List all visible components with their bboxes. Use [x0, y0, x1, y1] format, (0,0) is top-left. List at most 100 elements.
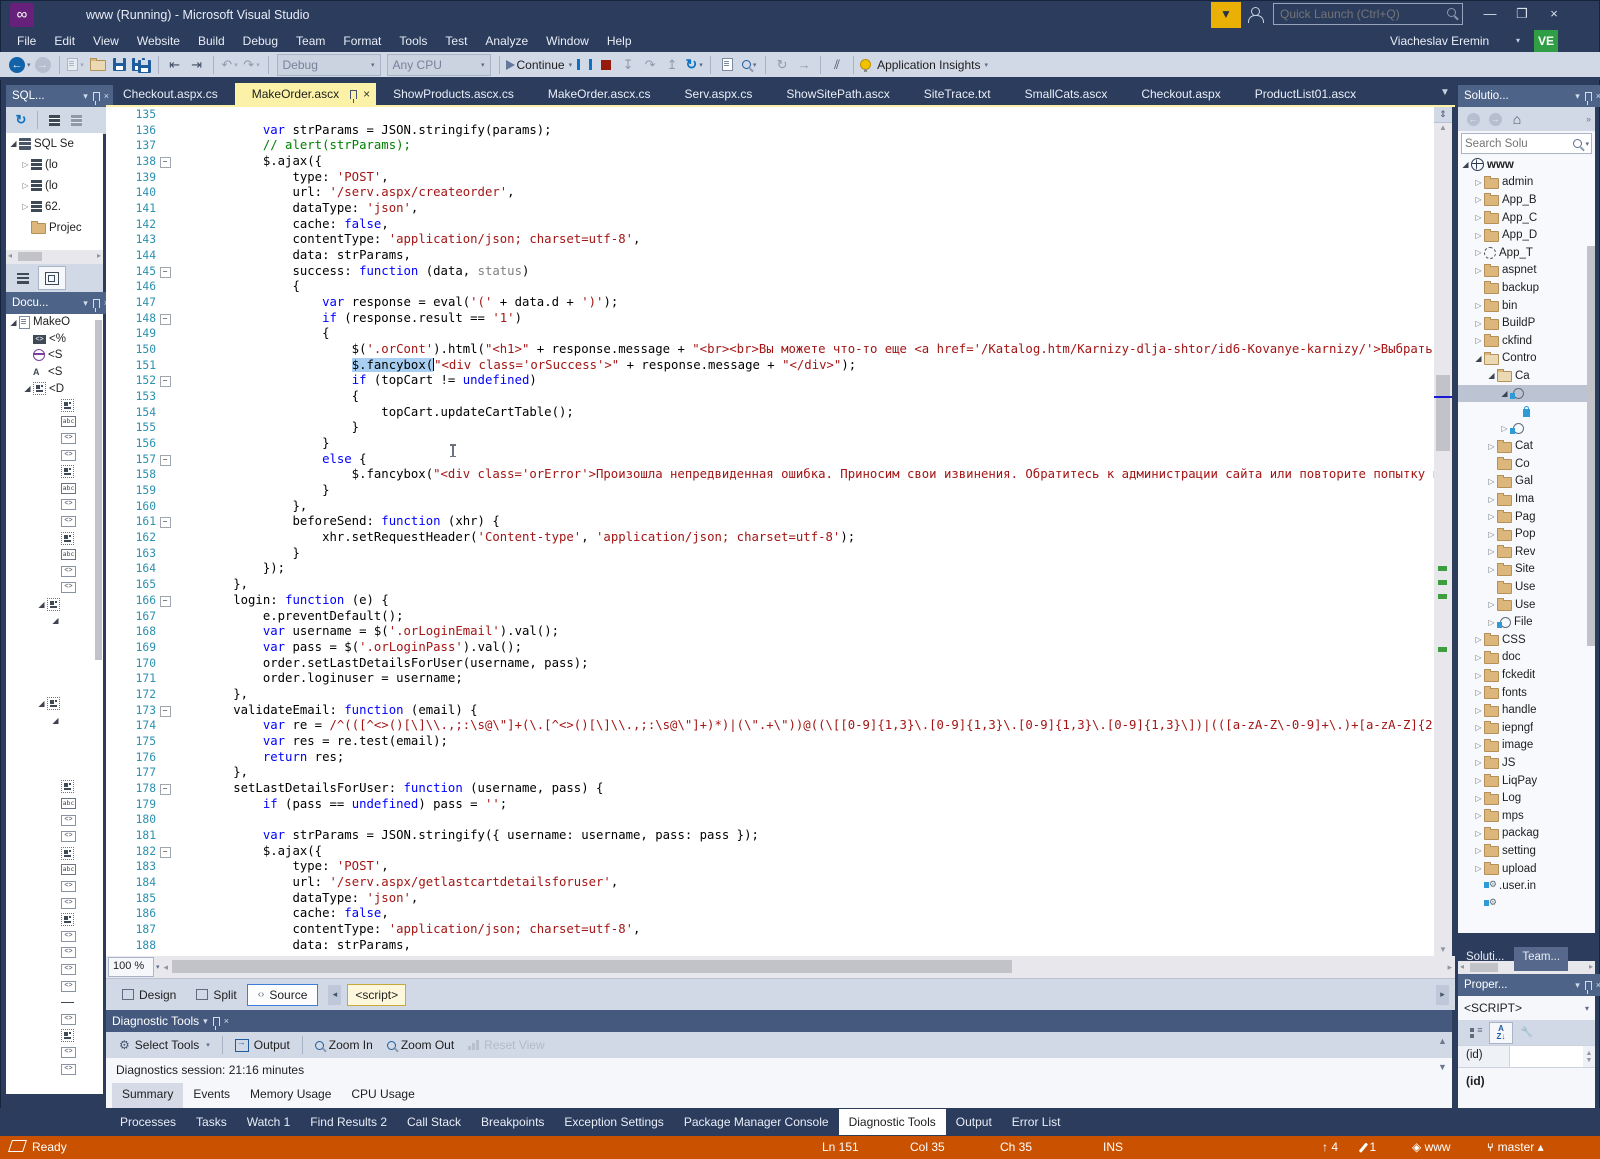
solution-tree-item-appb[interactable]: ▷ App_B [1458, 191, 1595, 209]
expander-icon[interactable]: ▷ [1473, 301, 1484, 310]
fold-collapse-icon[interactable]: − [156, 373, 174, 389]
dock-tab-exception-settings[interactable]: Exception Settings [554, 1109, 673, 1135]
tab-solution-explorer[interactable]: Soluti... [1458, 947, 1512, 971]
editor-zoom-select[interactable]: 100 % [108, 957, 154, 977]
solution-tree-item-cat[interactable]: ▷ Cat [1458, 438, 1595, 456]
solution-tree-item-liqpay[interactable]: ▷ LiqPay [1458, 772, 1595, 790]
outline-item[interactable]: <> [6, 978, 103, 995]
outline-vscrollbar-thumb[interactable] [95, 320, 102, 660]
code-line-158[interactable]: 158 $.fancybox("<div class='orError'>Про… [106, 467, 1434, 483]
tag-nav-back-icon[interactable]: ◂ [328, 984, 342, 1005]
application-insights-button[interactable]: Application Insights ▾ [860, 54, 988, 76]
diagnostics-tab-summary[interactable]: Summary [112, 1083, 184, 1108]
code-line-187[interactable]: 187 contentType: 'application/json; char… [106, 922, 1434, 938]
code-line-155[interactable]: 155 } [106, 420, 1434, 436]
solution-tree-item-gal[interactable]: ▷ Gal [1458, 473, 1595, 491]
editor-tab-makeorder.ascx.cs[interactable]: MakeOrder.ascx.cs [531, 83, 668, 105]
incoming-commits-button[interactable]: ↑ 4 [1322, 1140, 1338, 1154]
code-line-146[interactable]: 146 { [106, 279, 1434, 295]
expander-icon[interactable]: ◢ [50, 616, 61, 625]
code-line-161[interactable]: 161− beforeSend: function (xhr) { [106, 514, 1434, 530]
quick-launch-input[interactable] [1278, 5, 1440, 23]
diagnostics-tab-memory-usage[interactable]: Memory Usage [240, 1083, 341, 1108]
outline-item[interactable] [6, 629, 103, 646]
outline-item[interactable] [6, 994, 103, 1011]
expander-icon[interactable]: ▷ [1473, 336, 1484, 345]
expander-icon[interactable]: ▷ [1473, 723, 1484, 732]
code-line-157[interactable]: 157− else { [106, 452, 1434, 468]
code-line-183[interactable]: 183 type: 'POST', [106, 859, 1434, 875]
editor-tab-serv.aspx.cs[interactable]: Serv.aspx.cs [668, 83, 770, 105]
branch-button[interactable]: ⑂ master ▴ [1487, 1140, 1544, 1154]
code-line-143[interactable]: 143 contentType: 'application/json; char… [106, 232, 1434, 248]
outline-item[interactable]: <> [6, 497, 103, 514]
expander-icon[interactable]: ◢ [1499, 389, 1510, 398]
code-line-166[interactable]: 166− login: function (e) { [106, 593, 1434, 609]
code-line-160[interactable]: 160 }, [106, 499, 1434, 515]
outline-item[interactable]: ◢ [6, 712, 103, 729]
solution-tree-item-backup[interactable]: backup [1458, 279, 1595, 297]
solution-tree-item-pop[interactable]: ▷ Pop [1458, 525, 1595, 543]
code-line-156[interactable]: 156 } [106, 436, 1434, 452]
solution-tree-item[interactable] [1458, 402, 1595, 420]
code-line-171[interactable]: 171 order.loginuser = username; [106, 671, 1434, 687]
pending-edits-button[interactable]: 1 [1358, 1140, 1376, 1154]
close-icon[interactable]: × [1596, 91, 1600, 101]
code-line-176[interactable]: 176 return res; [106, 750, 1434, 766]
code-line-148[interactable]: 148− if (response.result == '1') [106, 311, 1434, 327]
code-line-174[interactable]: 174 var re = /^(([^<>()[\]\\.,;:\s@\"]+(… [106, 718, 1434, 734]
expander-icon[interactable]: ◢ [22, 384, 33, 393]
solution-tree-item-log[interactable]: ▷ Log [1458, 789, 1595, 807]
editor-tab-showsitepath.ascx[interactable]: ShowSitePath.ascx [769, 83, 906, 105]
solution-tree-item-packag[interactable]: ▷ packag [1458, 825, 1595, 843]
save-all-button[interactable] [132, 54, 152, 76]
code-line-162[interactable]: 162 xhr.setRequestHeader('Content-type',… [106, 530, 1434, 546]
source-view-button[interactable]: ‹› Source [246, 983, 319, 1006]
fold-collapse-icon[interactable]: − [156, 311, 174, 327]
tab-team-explorer[interactable]: Team... [1514, 947, 1569, 971]
avatar[interactable]: VE [1534, 30, 1558, 52]
outline-item[interactable]: <> [6, 580, 103, 597]
code-line-173[interactable]: 173− validateEmail: function (email) { [106, 703, 1434, 719]
indent-icon[interactable]: ⇥ [187, 54, 207, 76]
editor-tab-smallcats.ascx[interactable]: SmallCats.ascx [1008, 83, 1125, 105]
pin-icon[interactable] [1584, 980, 1592, 994]
outline-item[interactable]: <> [6, 447, 103, 464]
window-position-icon[interactable]: ▾ [1575, 980, 1580, 991]
breakpoints-window-button[interactable] [717, 54, 737, 76]
editor-vscrollbar[interactable]: ⇕ ▲ ▼ [1434, 107, 1452, 956]
user-dropdown-caret-icon[interactable]: ▾ [1516, 36, 1520, 45]
navigate-forward-button[interactable]: → [33, 54, 53, 76]
pin-icon[interactable] [212, 1016, 220, 1030]
code-line-182[interactable]: 182− $.ajax({ [106, 844, 1434, 860]
solution-tree-item-pag[interactable]: ▷ Pag [1458, 508, 1595, 526]
solution-tree-item-image[interactable]: ▷ image [1458, 737, 1595, 755]
comment-button[interactable]: ⫽ [827, 54, 847, 76]
feedback-filter-icon[interactable]: ▼ [1211, 2, 1241, 28]
outline-item[interactable] [6, 679, 103, 696]
refresh-icon[interactable]: ↻ [11, 109, 31, 131]
stop-button[interactable] [596, 54, 616, 76]
code-line-137[interactable]: 137 // alert(strParams); [106, 138, 1434, 154]
expander-icon[interactable]: ◢ [36, 699, 47, 708]
pin-icon[interactable] [92, 91, 100, 105]
outline-item[interactable] [6, 646, 103, 663]
window-position-icon[interactable]: ▾ [203, 1016, 208, 1027]
outline-item[interactable]: <> [6, 812, 103, 829]
outline-item[interactable] [6, 397, 103, 414]
grid-scroll-icons[interactable]: ▲ ▼ [1583, 1046, 1595, 1067]
pin-icon[interactable] [1584, 91, 1592, 105]
expander-icon[interactable]: ▷ [1473, 319, 1484, 328]
expander-icon[interactable]: ▷ [1473, 829, 1484, 838]
outline-item[interactable]: <> [6, 878, 103, 895]
outline-item-[interactable]: <> <% [6, 331, 103, 348]
undo-button[interactable]: ↶ ▾ [220, 54, 240, 76]
code-line-169[interactable]: 169 var pass = $('.orLoginPass').val(); [106, 640, 1434, 656]
expander-icon[interactable]: ▷ [1473, 213, 1484, 222]
fold-collapse-icon[interactable]: − [156, 844, 174, 860]
code-editor[interactable]: 135 136 var strParams = JSON.stringify(pa… [106, 107, 1434, 956]
expander-icon[interactable]: ▷ [1486, 600, 1497, 609]
expander-icon[interactable]: ▷ [1473, 231, 1484, 240]
close-icon[interactable]: × [224, 1016, 229, 1026]
scroll-down-icon[interactable]: ▼ [1434, 945, 1452, 954]
